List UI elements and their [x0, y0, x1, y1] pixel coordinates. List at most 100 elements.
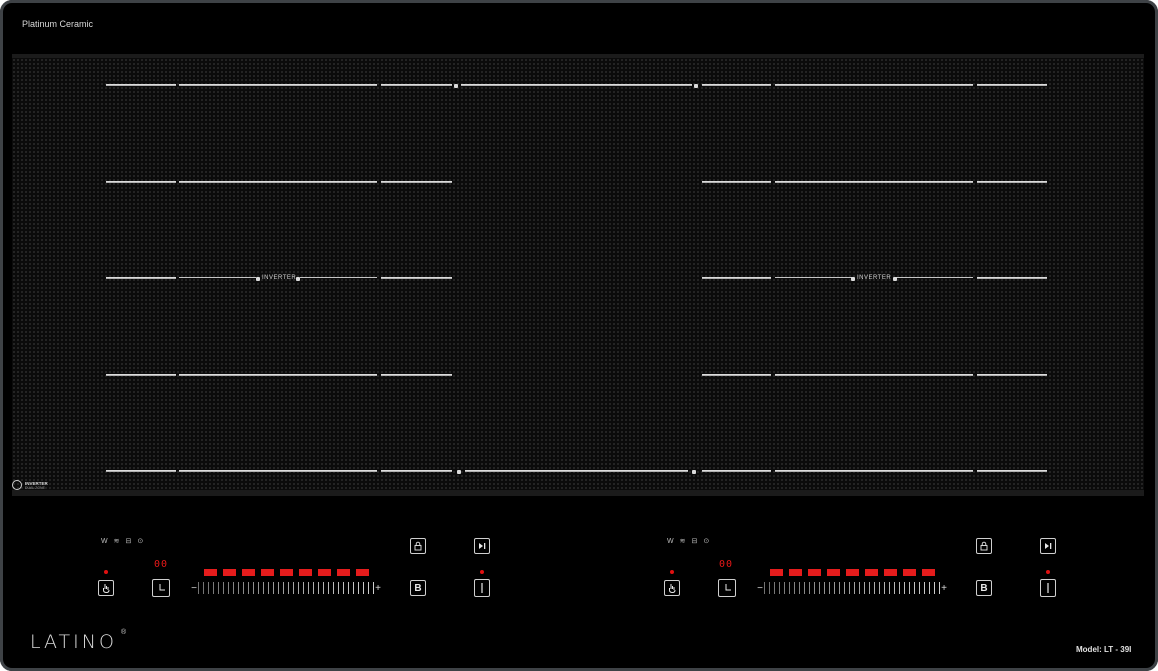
zone-marking-line	[775, 470, 973, 472]
zone-marking-line	[977, 374, 1047, 376]
zone-marking-line	[702, 374, 771, 376]
boost-button[interactable]: B	[410, 580, 426, 596]
boost-button[interactable]: B	[976, 580, 992, 596]
play-pause-icon	[1045, 543, 1052, 549]
pause-button[interactable]	[474, 538, 490, 554]
zone-marking-line	[702, 84, 771, 86]
slider-minus[interactable]: −	[190, 583, 198, 594]
hand-select-icon	[103, 584, 110, 593]
inverter-logo-icon	[12, 480, 22, 490]
zone-marking-line	[381, 84, 452, 86]
hand-select-button[interactable]	[664, 580, 680, 596]
hand-select-icon	[669, 584, 676, 593]
play-pause-icon	[479, 543, 486, 549]
zone-marking-line	[381, 470, 452, 472]
power-level-bar	[770, 569, 935, 576]
timer-button[interactable]	[152, 579, 170, 597]
zone-marking-line	[179, 84, 377, 86]
zone-marking-line	[381, 181, 452, 183]
heat-waves-icon[interactable]: ≋	[114, 537, 120, 545]
zone-marking-line	[179, 181, 377, 183]
timer-display: 00	[719, 559, 734, 570]
cooktop-panel: Platinum Ceramic INVERTER INVERTER INVER…	[0, 0, 1158, 671]
pot-icon[interactable]: ⊟	[125, 537, 131, 545]
zone-marking-line	[179, 277, 256, 278]
slider-minus[interactable]: −	[756, 583, 764, 594]
w-label: W	[667, 537, 674, 545]
zone-marking-dot	[692, 470, 696, 474]
zone-marking-line	[702, 181, 771, 183]
inverter-badge-subtitle: DUAL ZONE	[25, 485, 45, 490]
zone-marking-line	[106, 181, 176, 183]
power-indicator-led	[480, 570, 484, 574]
zone-marking-line	[300, 277, 377, 278]
zone-marking-line	[775, 84, 973, 86]
brand-logo: LATINO	[30, 631, 117, 653]
zone-marking-dot	[256, 277, 260, 281]
function-icons: W ≋ ⊟ ⊙	[101, 537, 143, 546]
lock-icon	[414, 541, 422, 551]
power-button[interactable]	[1040, 579, 1056, 597]
zone-marking-line	[179, 374, 377, 376]
power-button[interactable]	[474, 579, 490, 597]
zone-marking-line	[179, 470, 377, 472]
zone-marking-line	[465, 470, 688, 472]
lock-button[interactable]	[976, 538, 992, 554]
zone-marking-line	[106, 277, 176, 279]
zone-marking-dot	[694, 84, 698, 88]
model-label: Model: LT - 39I	[1076, 645, 1132, 654]
zone-marking-dot	[454, 84, 458, 88]
slider-plus[interactable]: +	[940, 583, 948, 594]
zone-right-inverter-label: INVERTER	[857, 275, 892, 281]
inverter-badge-title: INVERTER	[25, 480, 48, 486]
zone-marking-line	[775, 277, 852, 278]
glass-bottom-band	[12, 490, 1144, 496]
zone-marking-dot	[893, 277, 897, 281]
w-label: W	[101, 537, 108, 545]
zone-marking-line	[106, 84, 176, 86]
pause-button[interactable]	[1040, 538, 1056, 554]
zone-marking-line	[977, 277, 1047, 279]
zone-marking-line	[106, 470, 176, 472]
select-indicator-led	[104, 570, 108, 574]
zone-marking-dot	[296, 277, 300, 281]
power-icon	[481, 583, 483, 593]
clock-icon	[159, 584, 165, 591]
zone-marking-line	[702, 470, 771, 472]
timer-button[interactable]	[718, 579, 736, 597]
heat-waves-icon[interactable]: ≋	[680, 537, 686, 545]
inverter-badge: INVERTER DUAL ZONE	[12, 480, 48, 490]
power-slider[interactable]: − +	[190, 582, 382, 594]
zone-marking-dot	[457, 470, 461, 474]
zone-marking-line	[381, 277, 452, 279]
keep-warm-icon[interactable]: ⊙	[137, 537, 143, 545]
zone-marking-line	[702, 277, 771, 279]
lock-button[interactable]	[410, 538, 426, 554]
power-level-bar	[204, 569, 369, 576]
zone-marking-line	[381, 374, 452, 376]
timer-display: 00	[154, 559, 169, 570]
zone-marking-dot	[851, 277, 855, 281]
power-icon	[1047, 583, 1049, 593]
zone-marking-line	[977, 181, 1047, 183]
clock-icon	[725, 584, 731, 591]
slider-plus[interactable]: +	[374, 583, 382, 594]
slider-track[interactable]	[198, 582, 374, 594]
zone-marking-line	[896, 277, 973, 278]
function-icons: W ≋ ⊟ ⊙	[667, 537, 709, 546]
keep-warm-icon[interactable]: ⊙	[703, 537, 709, 545]
zone-marking-line	[461, 84, 692, 86]
zone-marking-line	[977, 470, 1047, 472]
select-indicator-led	[670, 570, 674, 574]
power-slider[interactable]: − +	[756, 582, 948, 594]
brand-label: Platinum Ceramic	[22, 19, 94, 29]
zone-marking-line	[106, 374, 176, 376]
zone-left-inverter-label: INVERTER	[262, 275, 297, 281]
pot-icon[interactable]: ⊟	[691, 537, 697, 545]
slider-track[interactable]	[764, 582, 940, 594]
hand-select-button[interactable]	[98, 580, 114, 596]
registered-mark: ®	[121, 629, 127, 636]
lock-icon	[980, 541, 988, 551]
zone-marking-line	[775, 181, 973, 183]
zone-marking-line	[977, 84, 1047, 86]
